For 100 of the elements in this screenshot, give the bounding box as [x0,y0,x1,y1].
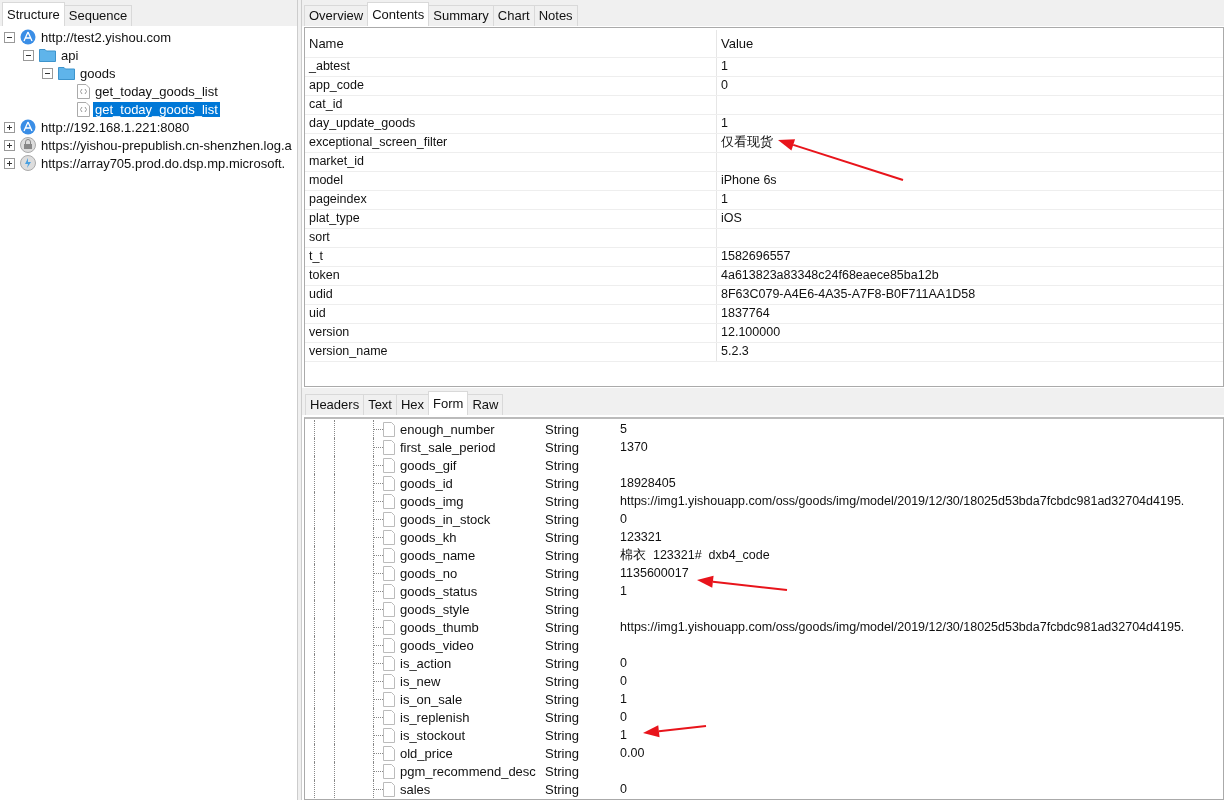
field-value: 1370 [620,440,648,454]
table-cell-text: 1 [720,58,728,75]
globe-icon [20,29,36,45]
globe-icon [20,119,36,135]
field-value: 1135600017 [620,566,689,580]
folder-icon [58,66,75,80]
table-cell: token [305,267,717,285]
field-name: is_stockout [400,727,467,743]
table-cell: app_code [305,77,717,95]
table-cell-text: 12.100000 [720,324,781,341]
field-name: is_new [400,673,442,689]
table-cell-text: 1582696557 [720,248,791,265]
file-icon [383,439,395,455]
field-type: String [545,691,580,707]
table-cell: t_t [305,248,717,266]
field-value: 123321 [620,530,662,544]
field-type: String [545,655,580,671]
tab[interactable]: Form [428,391,469,415]
tab[interactable]: Structure [2,2,65,26]
file-icon [383,565,395,581]
field-type: String [545,763,580,779]
file-icon [383,655,395,671]
field-name: goods_kh [400,529,458,545]
tab[interactable]: Raw [467,394,504,415]
field-name: pgm_recommend_desc [400,763,537,779]
table-cell-text: 0 [720,77,728,94]
table-cell: udid [305,286,717,304]
tab[interactable]: Overview [304,5,369,26]
field-name: is_replenish [400,709,471,725]
annotation-arrow [643,725,707,738]
file-icon [383,637,395,653]
file-icon [383,547,395,563]
field-name: is_on_sale [400,691,464,707]
table-cell-text: 仅看现货 [720,134,773,151]
file-icon [77,101,90,117]
field-type: String [545,547,580,563]
file-icon [383,709,395,725]
table-cell: version [305,324,717,342]
field-name: goods_style [400,601,471,617]
table-cell: day_update_goods [305,115,717,133]
collapse-icon[interactable] [4,31,15,43]
table-cell: exceptional_screen_filter [305,134,717,152]
tab[interactable]: Headers [305,394,365,415]
table-cell-text: 1 [720,191,728,208]
collapse-icon[interactable] [23,49,34,61]
field-type: String [545,709,580,725]
collapse-icon[interactable] [42,67,53,79]
tree-item[interactable]: api [59,47,81,63]
file-icon [383,457,395,473]
file-icon [383,475,395,491]
file-icon [383,493,395,509]
tab[interactable]: Sequence [63,5,133,26]
expand-icon[interactable] [4,157,15,169]
field-type: String [545,493,580,509]
file-icon [383,601,395,617]
field-value: 0 [620,674,627,688]
table-cell-text: iPhone 6s [720,172,777,189]
tree-item[interactable]: get_today_goods_list [93,101,220,117]
table-cell: version_name [305,343,717,361]
file-icon [383,781,395,797]
field-type: String [545,601,580,617]
expand-icon[interactable] [4,121,15,133]
field-type: String [545,529,580,545]
tree-item[interactable]: http://192.168.1.221:8080 [39,119,192,135]
field-type: String [545,727,580,743]
field-type: String [545,619,580,635]
tab[interactable]: Notes [533,5,578,26]
field-type: String [545,781,580,797]
field-type: String [545,511,580,527]
table-cell-text: 1837764 [720,305,770,322]
table-cell: _abtest [305,58,717,76]
field-name: first_sale_period [400,439,497,455]
field-name: goods_name [400,547,477,563]
tab[interactable]: Contents [367,2,430,26]
field-name: goods_no [400,565,459,581]
column-header[interactable]: Value [717,30,754,57]
field-value: 0 [620,710,627,724]
tree-item[interactable]: goods [78,65,118,81]
table-cell: pageindex [305,191,717,209]
field-type: String [545,745,580,761]
field-type: String [545,673,580,689]
tab[interactable]: Summary [428,5,494,26]
field-value: 0.00 [620,746,645,760]
tree-item[interactable]: http://test2.yishou.com [39,29,174,45]
field-type: String [545,583,580,599]
expand-icon[interactable] [4,139,15,151]
field-value: 1 [620,692,627,706]
lock-icon [20,137,36,153]
field-value: https://img1.yishouapp.com/oss/goods/img/model/2019/12/30/18025d53bda7fcbdc981ad32704d4195. [620,620,1185,634]
file-icon [383,745,395,761]
field-type: String [545,565,580,581]
tree-item[interactable]: get_today_goods_list [93,83,220,99]
field-name: goods_thumb [400,619,480,635]
table-cell: uid [305,305,717,323]
file-icon [383,727,395,743]
tree-item[interactable]: https://yishou-prepublish.cn-shenzhen.log.a [39,137,294,153]
field-name: old_price [400,745,454,761]
tree-item[interactable]: https://array705.prod.do.dsp.mp.microsoft. [39,155,288,171]
table-cell-text: 8F63C079-A4E6-4A35-A7F8-B0F711AA1D58 [720,286,976,303]
column-header[interactable]: Name [305,30,717,57]
